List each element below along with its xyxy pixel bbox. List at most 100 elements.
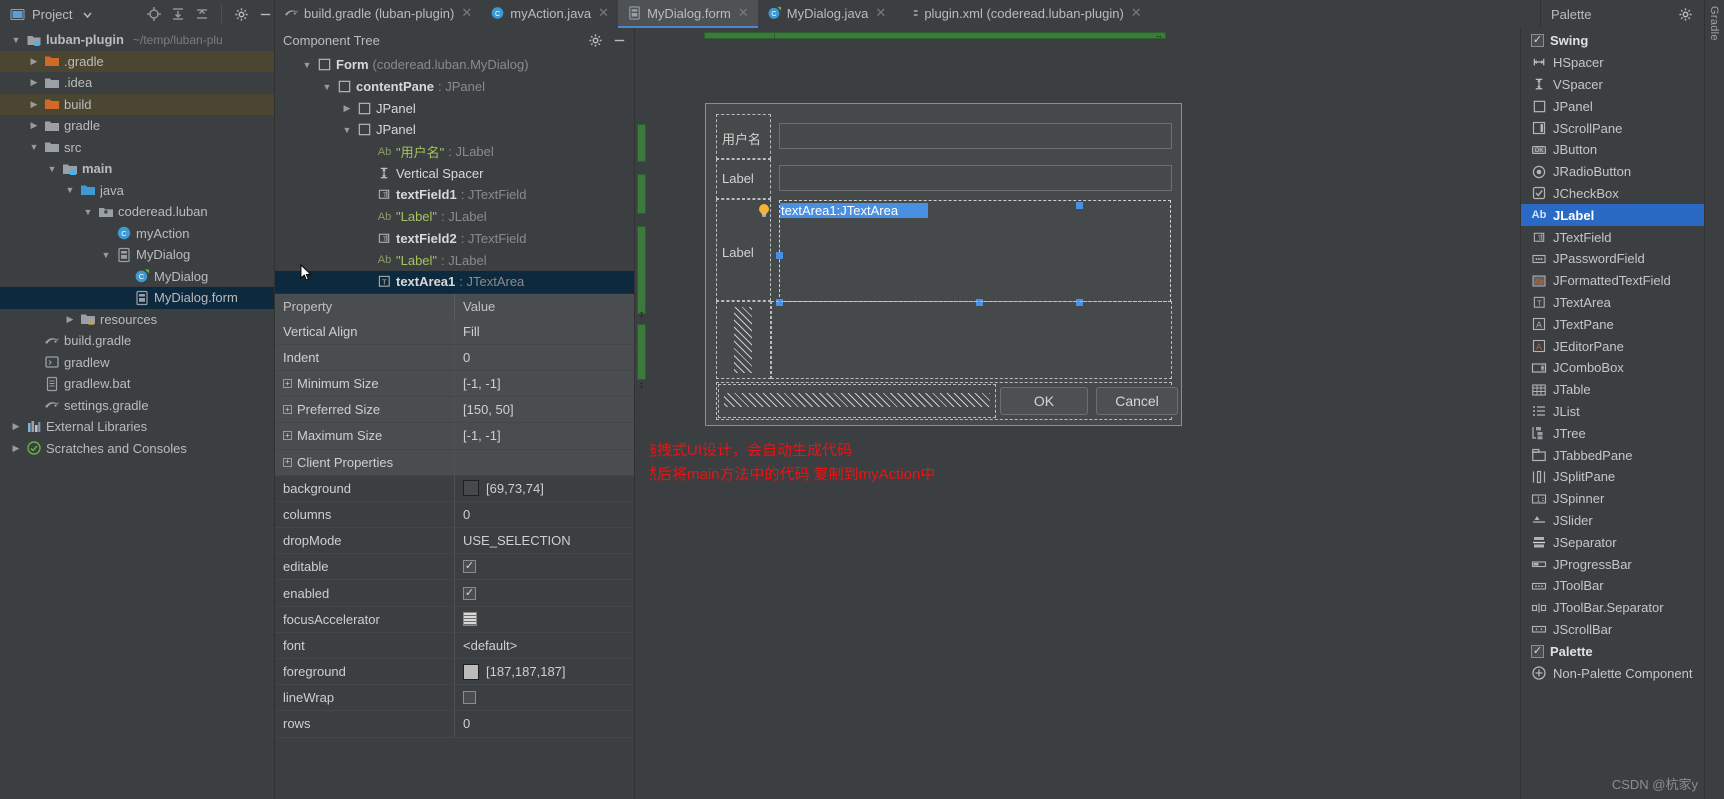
ok-button[interactable]: OK (1000, 387, 1088, 415)
palette-item-jtabbedpane[interactable]: JTabbedPane (1521, 444, 1704, 466)
chevron-right-icon[interactable]: ▶ (341, 103, 353, 114)
component-tree-node-textarea1[interactable]: TtextArea1 : JTextArea (275, 270, 634, 293)
component-tree-node-label[interactable]: Ab "Label" : JLabel (275, 206, 634, 228)
property-table[interactable]: Property Value Vertical Align Fill Indent 0… (275, 292, 634, 799)
component-tree-node-textfield2[interactable]: TtextField2 : JTextField (275, 228, 634, 250)
minimize-icon[interactable] (610, 31, 628, 49)
property-value-cell[interactable]: USE_SELECTION (455, 528, 634, 553)
chevron-right-icon[interactable]: ▶ (28, 77, 40, 88)
close-icon[interactable]: ✕ (875, 5, 886, 21)
chevron-down-icon[interactable]: ▼ (46, 164, 58, 174)
property-row-preferred-size[interactable]: + Preferred Size [150, 50] (275, 397, 634, 424)
project-tree-item-gradlew[interactable]: gradlew (0, 352, 274, 374)
property-row-maximum-size[interactable]: + Maximum Size [-1, -1] (275, 423, 634, 450)
editor-tab-mydialog-java[interactable]: C MyDialog.java ✕ (758, 0, 896, 28)
project-tree-item-gradle[interactable]: ▶ .gradle (0, 50, 274, 72)
palette-item-jtextpane[interactable]: A JTextPane (1521, 313, 1704, 335)
palette-list[interactable]: Swing HSpacer VSpacer JPanel JScrollPane OK JB… (1520, 28, 1704, 799)
property-value-cell[interactable]: [150, 50] (455, 397, 634, 422)
project-tree-item-resources[interactable]: ▶ resources (0, 309, 274, 331)
palette-item-jtextfield[interactable]: T JTextField (1521, 226, 1704, 248)
palette-item-jpasswordfield[interactable]: JPasswordField (1521, 248, 1704, 270)
horizontal-spacer-spring-icon[interactable] (724, 393, 990, 407)
project-root-row[interactable]: ▼ luban-plugin ~/temp/luban-plu (0, 29, 274, 51)
property-row-editable[interactable]: editable (275, 554, 634, 581)
form-textfield-1[interactable] (779, 123, 1172, 149)
palette-item-jradiobutton[interactable]: JRadioButton (1521, 161, 1704, 183)
chevron-right-icon[interactable]: ▶ (28, 99, 40, 110)
chevron-right-icon[interactable]: ▶ (64, 314, 76, 325)
form-preview[interactable]: 用户名 Label Label textArea1:JTextArea OK C… (705, 103, 1182, 426)
project-tree-item-mydialog[interactable]: C MyDialog (0, 266, 274, 288)
gear-icon[interactable] (586, 31, 604, 49)
palette-item-jcheckbox[interactable]: JCheckBox (1521, 183, 1704, 205)
palette-item-jspinner[interactable]: 1 JSpinner (1521, 488, 1704, 510)
close-icon[interactable]: ✕ (1131, 5, 1142, 21)
property-row-foreground[interactable]: foreground [187,187,187] (275, 659, 634, 686)
right-tool-strip[interactable]: Gradle (1704, 0, 1724, 799)
project-tree-item-main[interactable]: ▼ main (0, 158, 274, 180)
project-tree-item-gradlew-bat[interactable]: gradlew.bat (0, 373, 274, 395)
chevron-down-icon[interactable] (78, 5, 96, 23)
property-value-cell[interactable]: 0 (455, 711, 634, 736)
palette-item-jpanel[interactable]: JPanel (1521, 95, 1704, 117)
chevron-down-icon[interactable]: ▼ (10, 35, 22, 45)
component-tree-node-jpanel[interactable]: ▼ JPanel (275, 119, 634, 141)
palette-item-jeditorpane[interactable]: A JEditorPane (1521, 335, 1704, 357)
property-row-columns[interactable]: columns 0 (275, 501, 634, 529)
property-value-cell[interactable] (455, 580, 634, 605)
component-tree-node-form[interactable]: ▼ Form (coderead.luban.MyDialog) (275, 54, 634, 76)
property-value-cell[interactable]: 0 (455, 345, 634, 370)
cancel-button[interactable]: Cancel (1096, 387, 1178, 415)
palette-item-jbutton[interactable]: OK JButton (1521, 139, 1704, 161)
editor-tab-build-gradle-luban-plugin[interactable]: build.gradle (luban-plugin) ✕ (275, 0, 481, 28)
project-tree-item-gradle[interactable]: ▶ gradle (0, 115, 274, 137)
property-value-cell[interactable]: [-1, -1] (455, 371, 634, 396)
property-value-cell[interactable]: 0 (455, 502, 634, 527)
project-tree-item-external-libraries[interactable]: ▶ External Libraries (0, 416, 274, 438)
minimize-icon[interactable] (256, 5, 274, 23)
property-row-rows[interactable]: rows 0 (275, 711, 634, 738)
property-value-cell[interactable]: Fill (455, 319, 634, 344)
palette-item-jformattedtextfield[interactable]: Ab JFormattedTextField (1521, 270, 1704, 292)
project-tree-item-build[interactable]: ▶ build (0, 93, 274, 115)
property-lines-icon[interactable] (463, 612, 477, 627)
project-tree-item-idea[interactable]: ▶ .idea (0, 72, 274, 94)
property-row-vertical-align[interactable]: Vertical Align Fill (275, 318, 634, 345)
gradle-tool-window-button[interactable]: Gradle (1708, 6, 1720, 41)
property-row-focusaccelerator[interactable]: focusAccelerator (275, 606, 634, 633)
chevron-right-icon[interactable]: ▶ (10, 421, 22, 432)
palette-item-jtree[interactable]: JTree (1521, 422, 1704, 444)
palette-item-vspacer[interactable]: VSpacer (1521, 74, 1704, 96)
property-value-cell[interactable] (455, 554, 634, 579)
property-row-background[interactable]: background [69,73,74] (275, 475, 634, 502)
palette-item-hspacer[interactable]: HSpacer (1521, 52, 1704, 74)
palette-item-jtoolbar[interactable]: JToolBar (1521, 575, 1704, 597)
project-tree-item-java[interactable]: ▼ java (0, 180, 274, 202)
palette-item-jseparator[interactable]: JSeparator (1521, 531, 1704, 553)
chevron-down-icon[interactable]: ▼ (301, 60, 313, 70)
project-tree[interactable]: ▼ luban-plugin ~/temp/luban-plu ▶ .gradle… (0, 28, 275, 799)
project-tree-item-mydialog-form[interactable]: MyDialog.form (0, 287, 274, 309)
palette-item-jscrollpane[interactable]: JScrollPane (1521, 117, 1704, 139)
editor-tab-mydialog-form[interactable]: MyDialog.form ✕ (618, 0, 758, 28)
property-value-cell[interactable]: [187,187,187] (455, 659, 634, 684)
expand-all-icon[interactable] (169, 5, 187, 23)
property-row-dropmode[interactable]: dropMode USE_SELECTION (275, 528, 634, 555)
expand-icon[interactable]: + (283, 431, 292, 441)
palette-item-jlist[interactable]: JList (1521, 401, 1704, 423)
project-tree-item-src[interactable]: ▼ src (0, 137, 274, 159)
chevron-right-icon[interactable]: ▶ (28, 120, 40, 131)
property-row-indent[interactable]: Indent 0 (275, 344, 634, 371)
palette-item-jsplitpane[interactable]: JSplitPane (1521, 466, 1704, 488)
collapse-all-icon[interactable] (193, 5, 211, 23)
close-icon[interactable]: ✕ (738, 5, 749, 21)
component-tree-node-label[interactable]: Ab "Label" : JLabel (275, 249, 634, 271)
resize-handle-tr[interactable] (1076, 202, 1083, 209)
analysis-gutter[interactable]: ↕ ↕ (635, 28, 650, 799)
chevron-right-icon[interactable]: ▶ (10, 443, 22, 454)
project-tree-item-mydialog[interactable]: ▼ MyDialog (0, 244, 274, 266)
palette-item-jslider[interactable]: JSlider (1521, 510, 1704, 532)
project-tree-item-coderead-luban[interactable]: ▼ coderead.luban (0, 201, 274, 223)
color-swatch[interactable] (463, 663, 479, 680)
